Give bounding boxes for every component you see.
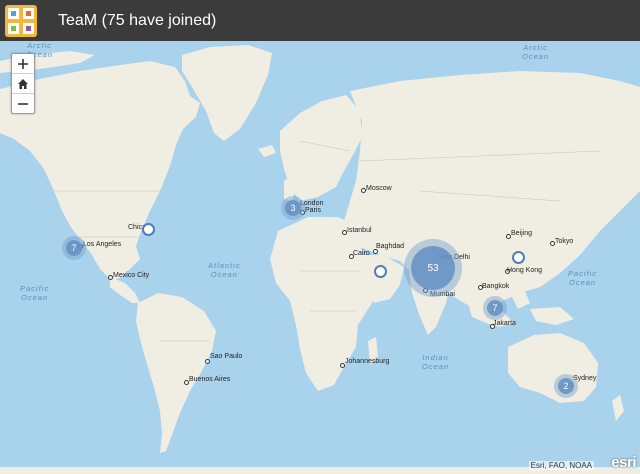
zoom-controls: [11, 53, 35, 114]
puzzle-app-icon: [5, 4, 37, 37]
cluster-marker-jakarta[interactable]: 7: [483, 296, 507, 320]
plus-icon: [18, 58, 28, 69]
city-label-los-angeles: Los Angeles: [83, 241, 122, 248]
city-label-istanbul: Istanbul: [347, 227, 372, 234]
ocean-label-pacific-right: Pacific Ocean: [568, 269, 598, 287]
cluster-count: 2: [563, 381, 569, 391]
ocean-label-pacific-left: Pacific Ocean: [20, 284, 50, 302]
city-label-paris: Paris: [305, 207, 321, 214]
city-label-jakarta: Jakarta: [493, 320, 516, 327]
city-label-johannesburg: Johannesburg: [345, 358, 390, 365]
city-label-buenos-aires: Buenos Aires: [189, 376, 231, 383]
cluster-count: 7: [492, 303, 498, 313]
app-header: TeaM (75 have joined): [0, 0, 640, 41]
city-label-cairo: Cairo: [353, 250, 370, 257]
world-map[interactable]: Arctic Ocean Arctic Ocean Pacific Ocean …: [0, 41, 640, 474]
minus-icon: [18, 102, 28, 105]
cluster-marker-los-angeles[interactable]: 7: [62, 236, 86, 260]
zoom-in-button[interactable]: [12, 54, 34, 74]
city-label-tokyo: Tokyo: [555, 238, 574, 245]
participant-marker-chicago[interactable]: [142, 223, 155, 236]
city-label-baghdad: Baghdad: [376, 243, 405, 250]
ocean-label-arctic-right: Arctic Ocean: [522, 43, 550, 61]
page-title: TeaM (75 have joined): [58, 11, 217, 29]
basemap-land: [0, 41, 640, 474]
city-label-mexico-city: Mexico City: [113, 272, 150, 279]
city-label-hong-kong: Hong Kong: [507, 267, 543, 274]
participant-marker-hong-kong[interactable]: [512, 251, 525, 264]
city-label-moscow: Moscow: [366, 185, 392, 192]
city-label-sao-paulo: Sao Paulo: [210, 353, 243, 360]
ocean-label-indian: Indian Ocean: [422, 353, 450, 371]
home-icon: [18, 78, 28, 89]
home-button[interactable]: [12, 74, 34, 94]
cluster-count: 53: [427, 262, 439, 274]
cluster-count: 3: [290, 203, 296, 213]
participant-marker-middle-east[interactable]: [374, 265, 387, 278]
cluster-marker-sydney[interactable]: 2: [554, 374, 578, 398]
zoom-out-button[interactable]: [12, 94, 34, 113]
cluster-marker-india[interactable]: 53: [404, 239, 462, 297]
map-attribution[interactable]: Esri, FAO, NOAA: [528, 461, 594, 470]
city-label-beijing: Beijing: [511, 230, 533, 237]
city-label-bangkok: Bangkok: [482, 283, 510, 290]
cluster-marker-europe[interactable]: 3: [281, 196, 305, 220]
ocean-label-atlantic: Atlantic Ocean: [208, 261, 241, 279]
esri-logo[interactable]: esri: [611, 454, 636, 471]
cluster-count: 7: [71, 243, 77, 253]
